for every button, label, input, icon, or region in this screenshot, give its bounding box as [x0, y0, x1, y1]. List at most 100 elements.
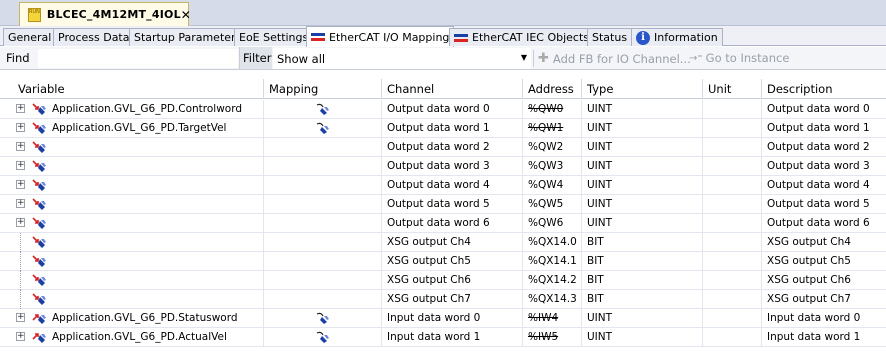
mapping-cell[interactable] — [263, 214, 381, 233]
filter-dropdown[interactable]: Show all ▼ — [273, 48, 531, 69]
table-row[interactable]: + Output data word 4 %QW4 UINT Output data w… — [0, 176, 886, 195]
table-row[interactable]: + Application.GVL_G6_PD.Controlword Output… — [0, 100, 886, 119]
table-row[interactable]: + Output data word 3 %QW3 UINT Output data w… — [0, 157, 886, 176]
address-cell[interactable]: %QW6 — [522, 214, 581, 233]
mapping-cell[interactable] — [263, 328, 381, 347]
channel-cell[interactable]: XSG output Ch4 — [381, 233, 522, 252]
chevron-down-icon[interactable]: ▼ — [521, 53, 527, 62]
variable-cell[interactable] — [0, 290, 263, 309]
column-header-mapping[interactable]: Mapping — [263, 79, 381, 99]
address-cell[interactable]: %QW0 — [522, 100, 581, 119]
channel-cell[interactable]: XSG output Ch6 — [381, 271, 522, 290]
document-tab[interactable]: RUN BLCEC_4M12MT_4IOL ✕ — [19, 2, 191, 26]
variable-cell[interactable] — [0, 252, 263, 271]
description-cell[interactable]: Output data word 3 — [761, 157, 886, 176]
unit-cell[interactable] — [702, 328, 761, 347]
address-cell[interactable]: %IW5 — [522, 328, 581, 347]
type-cell[interactable]: BIT — [581, 233, 702, 252]
column-header-variable[interactable]: Variable — [13, 79, 263, 99]
table-row[interactable]: + Application.GVL_G6_PD.TargetVel Output d… — [0, 119, 886, 138]
channel-cell[interactable]: Output data word 2 — [381, 138, 522, 157]
column-header-type[interactable]: Type — [581, 79, 702, 99]
tab-information[interactable]: i Information — [631, 28, 723, 46]
variable-cell[interactable]: + Application.GVL_G6_PD.Statusword — [0, 309, 263, 328]
type-cell[interactable]: UINT — [581, 214, 702, 233]
table-row[interactable]: + Output data word 5 %QW5 UINT Output data w… — [0, 195, 886, 214]
address-cell[interactable]: %QX14.0 — [522, 233, 581, 252]
type-cell[interactable]: UINT — [581, 195, 702, 214]
mapping-cell[interactable] — [263, 271, 381, 290]
tab-eoe-settings[interactable]: EoE Settings — [234, 28, 314, 46]
type-cell[interactable]: BIT — [581, 252, 702, 271]
address-cell[interactable]: %IW4 — [522, 309, 581, 328]
unit-cell[interactable] — [702, 176, 761, 195]
description-cell[interactable]: Output data word 4 — [761, 176, 886, 195]
tab-startup-parameters[interactable]: Startup Parameters — [129, 28, 247, 46]
address-cell[interactable]: %QX14.2 — [522, 271, 581, 290]
variable-cell[interactable]: + — [0, 157, 263, 176]
find-input[interactable] — [38, 49, 238, 68]
variable-cell[interactable]: + — [0, 138, 263, 157]
table-row[interactable]: XSG output Ch5 %QX14.1 BIT XSG output Ch5 — [0, 252, 886, 271]
variable-cell[interactable]: + — [0, 214, 263, 233]
channel-cell[interactable]: XSG output Ch7 — [381, 290, 522, 309]
channel-cell[interactable]: Output data word 6 — [381, 214, 522, 233]
channel-cell[interactable]: Output data word 1 — [381, 119, 522, 138]
address-cell[interactable]: %QX14.3 — [522, 290, 581, 309]
column-header-channel[interactable]: Channel — [381, 79, 522, 99]
expand-icon[interactable]: + — [16, 161, 25, 170]
tab-ethercat-io-mapping[interactable]: EtherCAT I/O Mapping — [306, 26, 455, 47]
variable-cell[interactable]: + — [0, 195, 263, 214]
mapping-cell[interactable] — [263, 309, 381, 328]
unit-cell[interactable] — [702, 100, 761, 119]
unit-cell[interactable] — [702, 271, 761, 290]
expand-icon[interactable]: + — [16, 180, 25, 189]
tab-ethercat-iec-objects[interactable]: EtherCAT IEC Objects — [449, 28, 595, 46]
mapping-cell[interactable] — [263, 195, 381, 214]
table-row[interactable]: XSG output Ch4 %QX14.0 BIT XSG output Ch4 — [0, 233, 886, 252]
unit-cell[interactable] — [702, 309, 761, 328]
mapping-cell[interactable] — [263, 119, 381, 138]
table-row[interactable]: + Output data word 6 %QW6 UINT Output data w… — [0, 214, 886, 233]
table-row[interactable]: XSG output Ch7 %QX14.3 BIT XSG output Ch7 — [0, 290, 886, 309]
tab-general[interactable]: General — [3, 28, 57, 46]
expand-icon[interactable]: + — [16, 218, 25, 227]
type-cell[interactable]: UINT — [581, 119, 702, 138]
table-row[interactable]: + Application.GVL_G6_PD.ActualVel Input da… — [0, 328, 886, 347]
description-cell[interactable]: XSG output Ch4 — [761, 233, 886, 252]
column-header-unit[interactable]: Unit — [702, 79, 761, 99]
unit-cell[interactable] — [702, 214, 761, 233]
type-cell[interactable]: UINT — [581, 157, 702, 176]
description-cell[interactable]: Output data word 0 — [761, 100, 886, 119]
unit-cell[interactable] — [702, 290, 761, 309]
mapping-cell[interactable] — [263, 157, 381, 176]
expand-icon[interactable]: + — [16, 313, 25, 322]
address-cell[interactable]: %QW3 — [522, 157, 581, 176]
mapping-cell[interactable] — [263, 252, 381, 271]
expand-icon[interactable]: + — [16, 332, 25, 341]
unit-cell[interactable] — [702, 119, 761, 138]
unit-cell[interactable] — [702, 252, 761, 271]
type-cell[interactable]: BIT — [581, 290, 702, 309]
channel-cell[interactable]: Input data word 0 — [381, 309, 522, 328]
table-row[interactable]: XSG output Ch6 %QX14.2 BIT XSG output Ch6 — [0, 271, 886, 290]
description-cell[interactable]: Output data word 1 — [761, 119, 886, 138]
variable-cell[interactable] — [0, 233, 263, 252]
go-to-instance-button[interactable]: →⁼ Go to Instance — [689, 51, 789, 65]
tab-status[interactable]: Status — [587, 28, 633, 46]
table-row[interactable]: + Application.GVL_G6_PD.Statusword Input d… — [0, 309, 886, 328]
mapping-cell[interactable] — [263, 176, 381, 195]
mapping-cell[interactable] — [263, 290, 381, 309]
expand-icon[interactable]: + — [16, 123, 25, 132]
mapping-cell[interactable] — [263, 100, 381, 119]
type-cell[interactable]: UINT — [581, 309, 702, 328]
mapping-cell[interactable] — [263, 138, 381, 157]
channel-cell[interactable]: XSG output Ch5 — [381, 252, 522, 271]
unit-cell[interactable] — [702, 195, 761, 214]
channel-cell[interactable]: Output data word 3 — [381, 157, 522, 176]
description-cell[interactable]: Output data word 5 — [761, 195, 886, 214]
description-cell[interactable]: XSG output Ch5 — [761, 252, 886, 271]
type-cell[interactable]: UINT — [581, 328, 702, 347]
address-cell[interactable]: %QW5 — [522, 195, 581, 214]
variable-cell[interactable] — [0, 271, 263, 290]
